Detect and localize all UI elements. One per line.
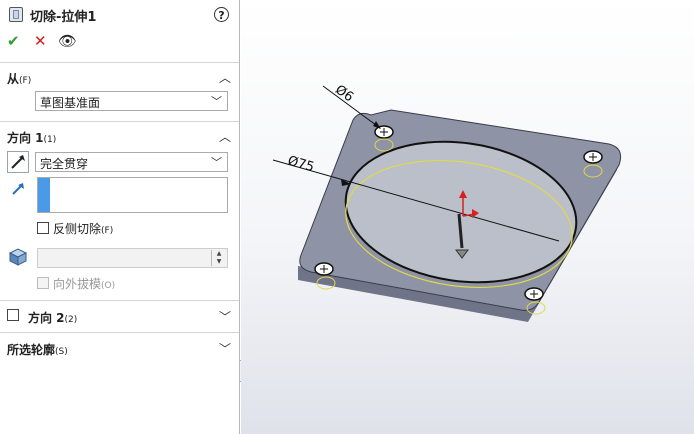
draft-outward-checkbox[interactable] <box>37 277 49 289</box>
selected-contours-title: 所选轮廓(S) <box>7 343 68 357</box>
flip-side-label: 反侧切除(F) <box>53 222 114 236</box>
direction-reference-box[interactable] <box>37 177 228 213</box>
end-condition-value: 完全贯穿 <box>40 157 89 171</box>
chevron-up-icon[interactable]: ︿ <box>219 69 231 86</box>
spin-down-icon[interactable]: ▼ <box>212 258 226 266</box>
help-icon[interactable]: ? <box>214 7 229 22</box>
cut-extrude-icon <box>9 7 23 22</box>
selected-contours-section-header[interactable]: 所选轮廓(S) ﹀ <box>0 339 239 357</box>
divider <box>0 121 239 122</box>
feature-title: 切除-拉伸1 <box>30 10 97 25</box>
end-condition-select[interactable]: 完全贯穿 ﹀ <box>35 152 228 172</box>
direction1-section-title: 方向 1(1) <box>7 131 57 145</box>
from-section-title: 从(F) <box>7 72 32 86</box>
model-view: Ø6 Ø75 <box>272 82 622 322</box>
dim-hole-text[interactable]: Ø6 <box>332 82 356 105</box>
direction-arrow-icon <box>12 183 24 195</box>
draft-outward-label: 向外拔模(O) <box>53 277 116 291</box>
spin-up-icon[interactable]: ▲ <box>212 250 226 258</box>
ok-button[interactable]: ✔ <box>7 32 20 50</box>
direction2-section-header[interactable]: 方向 2(2) ﹀ <box>0 307 239 325</box>
cancel-button[interactable]: ✕ <box>34 32 47 50</box>
property-manager-panel: 切除-拉伸1 ? ✔ ✕ 👁 从(F) ︿ 草图基准面 ﹀ 方向 1(1) ︿ … <box>0 0 240 434</box>
divider <box>0 62 239 63</box>
chevron-down-icon[interactable]: ﹀ <box>219 308 231 325</box>
graphics-viewport[interactable]: Ø6 Ø75 <box>241 0 694 434</box>
preview-eye-icon[interactable]: 👁 <box>58 32 77 50</box>
from-section-header[interactable]: 从(F) ︿ <box>0 68 239 86</box>
chevron-up-icon[interactable]: ︿ <box>219 128 231 145</box>
dim-circle-text[interactable]: Ø75 <box>286 153 316 175</box>
reverse-direction-button[interactable] <box>7 151 29 173</box>
direction2-section-title: 方向 2(2) <box>28 311 78 325</box>
chevron-down-icon[interactable]: ﹀ <box>219 340 231 357</box>
chevron-down-icon: ﹀ <box>211 156 222 169</box>
draft-angle-spinner[interactable]: ▲ ▼ <box>211 250 226 266</box>
reverse-direction-icon <box>11 155 25 169</box>
draft-cube-icon <box>8 248 28 266</box>
draft-toggle-button[interactable] <box>7 246 29 268</box>
draft-angle-input[interactable]: ▲ ▼ <box>37 248 228 268</box>
chevron-down-icon: ﹀ <box>211 95 222 108</box>
direction2-checkbox[interactable] <box>7 309 19 321</box>
feature-title-bar: 切除-拉伸1 ? <box>0 4 239 26</box>
divider <box>0 332 239 333</box>
direction1-section-header[interactable]: 方向 1(1) ︿ <box>0 127 239 145</box>
flip-side-checkbox[interactable] <box>37 222 49 234</box>
from-condition-value: 草图基准面 <box>40 96 101 110</box>
divider <box>0 300 239 301</box>
selection-highlight <box>38 178 50 212</box>
action-bar: ✔ ✕ 👁 <box>0 32 239 52</box>
from-condition-select[interactable]: 草图基准面 ﹀ <box>35 91 228 111</box>
